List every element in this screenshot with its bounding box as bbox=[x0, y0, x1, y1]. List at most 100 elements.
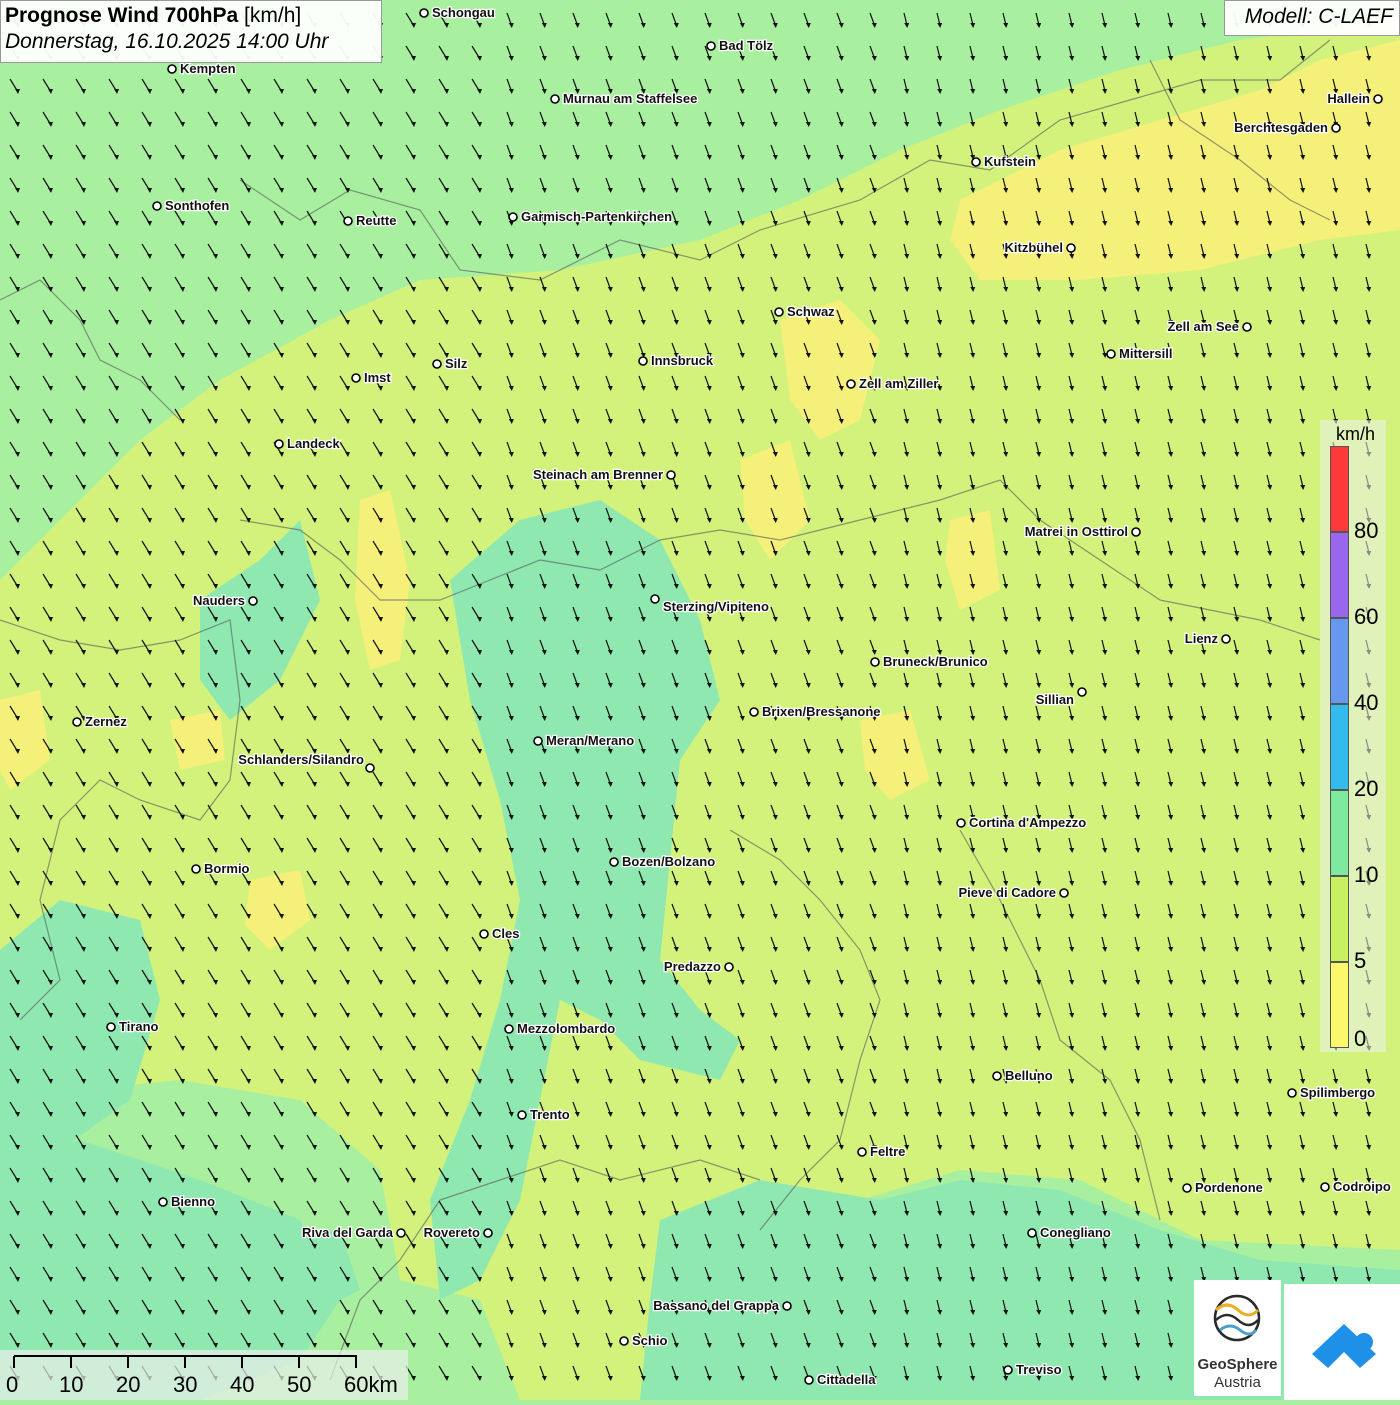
geosphere-logo: GeoSphere Austria bbox=[1194, 1280, 1281, 1396]
city-label: Schlanders/Silandro bbox=[238, 752, 364, 767]
city-label: Bormio bbox=[204, 861, 250, 876]
city-dot bbox=[1131, 527, 1141, 537]
city-label: Zernez bbox=[85, 714, 127, 729]
city-dot bbox=[508, 212, 518, 222]
city-label: Kitzbühel bbox=[1005, 240, 1064, 255]
city-dot bbox=[533, 736, 543, 746]
city-marker: Conegliano bbox=[1027, 1224, 1112, 1241]
city-label: Feltre bbox=[870, 1144, 905, 1159]
city-label: Bruneck/Brunico bbox=[883, 654, 988, 669]
city-dot bbox=[870, 657, 880, 667]
city-dot bbox=[804, 1375, 814, 1385]
city-dot bbox=[782, 1301, 792, 1311]
legend-label: 20 bbox=[1354, 776, 1379, 801]
city-label: Conegliano bbox=[1040, 1225, 1111, 1240]
city-label: Berchtesgaden bbox=[1234, 120, 1328, 135]
city-marker: Pieve di Cadore bbox=[957, 884, 1069, 901]
city-marker: Brixen/Bressanone bbox=[749, 703, 882, 720]
city-label: Predazzo bbox=[664, 959, 721, 974]
city-dot bbox=[1373, 94, 1383, 104]
city-marker: Spilimbergo bbox=[1287, 1084, 1376, 1101]
city-label: Spilimbergo bbox=[1300, 1085, 1375, 1100]
city-marker: Bozen/Bolzano bbox=[609, 853, 716, 870]
city-label: Steinach am Brenner bbox=[533, 467, 663, 482]
legend-label: 40 bbox=[1354, 690, 1379, 715]
city-label: Bienno bbox=[171, 1194, 215, 1209]
city-label: Treviso bbox=[1016, 1362, 1062, 1377]
city-label: Bad Tölz bbox=[719, 38, 774, 53]
city-dot bbox=[1320, 1182, 1330, 1192]
city-dot bbox=[992, 1071, 1002, 1081]
city-marker: Zell am See bbox=[1166, 318, 1252, 335]
city-label: Belluno bbox=[1005, 1068, 1053, 1083]
city-label: Schongau bbox=[432, 5, 495, 20]
city-dot bbox=[846, 379, 856, 389]
city-label: Reutte bbox=[356, 213, 396, 228]
city-label: Schwaz bbox=[787, 304, 835, 319]
city-dot bbox=[971, 157, 981, 167]
city-dot bbox=[517, 1110, 527, 1120]
title-unit: [km/h] bbox=[244, 4, 302, 27]
weather-app-icon bbox=[1312, 1324, 1376, 1368]
legend-color-segment bbox=[1330, 704, 1349, 790]
city-label: Meran/Merano bbox=[546, 733, 634, 748]
city-marker: Innsbruck bbox=[638, 352, 715, 369]
city-dot bbox=[274, 439, 284, 449]
city-label: Sterzing/Vipiteno bbox=[663, 599, 769, 614]
city-dot bbox=[619, 1336, 629, 1346]
city-label: Tirano bbox=[119, 1019, 159, 1034]
city-marker: Sonthofen bbox=[152, 197, 231, 214]
map-title: Prognose Wind 700hPa bbox=[5, 4, 239, 27]
legend-label: 80 bbox=[1354, 518, 1379, 543]
city-label: Cittadella bbox=[817, 1372, 876, 1387]
city-dot bbox=[1059, 888, 1069, 898]
city-dot bbox=[432, 359, 442, 369]
city-dot bbox=[1027, 1228, 1037, 1238]
legend-label: 10 bbox=[1354, 862, 1379, 887]
city-label: Innsbruck bbox=[651, 353, 714, 368]
city-label: Landeck bbox=[287, 436, 341, 451]
city-label: Hallein bbox=[1327, 91, 1370, 106]
city-dot bbox=[152, 201, 162, 211]
legend-label: 60 bbox=[1354, 604, 1379, 629]
city-label: Zell am Ziller bbox=[859, 376, 938, 391]
city-label: Matrei in Osttirol bbox=[1025, 524, 1128, 539]
city-dot bbox=[483, 1228, 493, 1238]
city-dot bbox=[1077, 687, 1087, 697]
legend-color-segment bbox=[1330, 446, 1349, 532]
city-dot bbox=[1242, 322, 1252, 332]
city-dot bbox=[638, 356, 648, 366]
city-dot bbox=[774, 307, 784, 317]
city-label: Murnau am Staffelsee bbox=[563, 91, 697, 106]
city-dot bbox=[1221, 634, 1231, 644]
scale-label: 60km bbox=[344, 1372, 398, 1397]
city-label: Bassano del Grappa bbox=[653, 1298, 779, 1313]
city-marker: Murnau am Staffelsee bbox=[550, 90, 699, 107]
legend-label: 5 bbox=[1354, 948, 1367, 973]
city-label: Kufstein bbox=[984, 154, 1036, 169]
app-logo[interactable] bbox=[1284, 1284, 1400, 1400]
city-label: Riva del Garda bbox=[302, 1225, 394, 1240]
city-marker: Cortina d'Ampezzo bbox=[956, 814, 1088, 831]
city-label: Rovereto bbox=[424, 1225, 480, 1240]
legend-unit: km/h bbox=[1336, 424, 1376, 444]
city-marker: Pordenone bbox=[1182, 1179, 1264, 1196]
city-dot bbox=[72, 717, 82, 727]
city-label: Brixen/Bressanone bbox=[762, 704, 881, 719]
city-marker: Schongau bbox=[419, 4, 496, 21]
city-label: Mittersill bbox=[1119, 346, 1172, 361]
city-dot bbox=[650, 594, 660, 604]
city-label: Imst bbox=[364, 370, 391, 385]
scale-label: 40 bbox=[230, 1372, 255, 1397]
city-marker: Bruneck/Brunico bbox=[870, 653, 989, 670]
city-dot bbox=[479, 929, 489, 939]
city-dot bbox=[609, 857, 619, 867]
city-dot bbox=[248, 596, 258, 606]
legend-color-segment bbox=[1330, 618, 1349, 704]
logo-line1: GeoSphere bbox=[1197, 1356, 1278, 1373]
scale-label: 20 bbox=[116, 1372, 141, 1397]
city-label: Zell am See bbox=[1167, 319, 1239, 334]
city-dot bbox=[1331, 123, 1341, 133]
legend-color-segment bbox=[1330, 876, 1349, 962]
city-dot bbox=[106, 1022, 116, 1032]
